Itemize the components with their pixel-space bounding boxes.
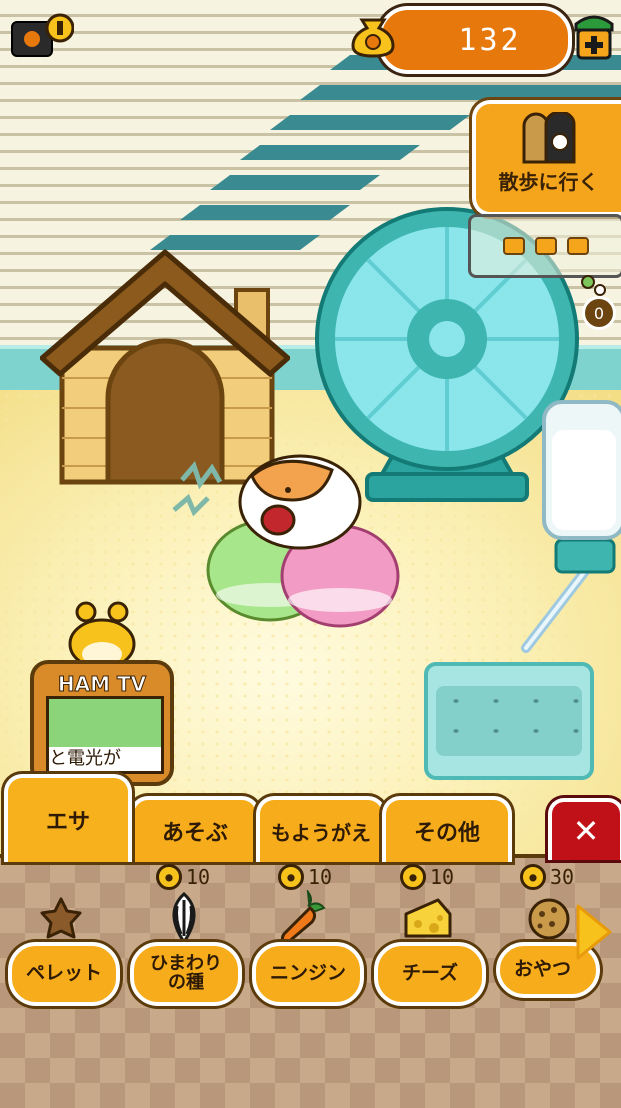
hamster-on-cushions[interactable] xyxy=(160,450,410,640)
item-label: ひまわり の種 xyxy=(150,953,222,993)
item-pellet-button[interactable]: ペレット xyxy=(8,942,120,1006)
progress-dot xyxy=(503,237,525,255)
price-value: 10 xyxy=(186,865,211,889)
tv-title: HAM TV xyxy=(57,672,147,697)
price-value: 10 xyxy=(430,865,455,889)
tv-screen: と電光が xyxy=(46,696,164,774)
next-page-arrow-icon[interactable] xyxy=(574,902,614,962)
item-label: チーズ xyxy=(401,962,459,985)
item-carrot-button[interactable]: ニンジン xyxy=(252,942,364,1006)
acorn-counter[interactable]: 0 xyxy=(578,274,618,334)
shop-icon[interactable] xyxy=(572,10,616,60)
carrot-icon xyxy=(280,890,326,946)
coin-count: 132 xyxy=(458,22,522,58)
water-bottle[interactable] xyxy=(516,400,621,660)
tab-other[interactable]: その他 xyxy=(382,796,512,862)
tv-ticker: と電光が xyxy=(49,747,161,771)
progress-dot xyxy=(567,237,589,255)
food-dish[interactable] xyxy=(424,662,594,780)
camera-icon[interactable] xyxy=(10,12,74,60)
price-value: 10 xyxy=(308,865,333,889)
coin-icon: ● xyxy=(278,864,304,890)
price-value: 30 xyxy=(550,865,575,889)
coin-icon: ● xyxy=(400,864,426,890)
tab-label: その他 xyxy=(413,821,480,846)
item-sunflower-button[interactable]: ひまわり の種 xyxy=(130,942,242,1006)
price-cheese: ● 10 xyxy=(400,864,454,890)
tab-food[interactable]: エサ xyxy=(4,774,132,862)
item-label: ペレット xyxy=(25,962,102,985)
coin-icon: ● xyxy=(156,864,182,890)
ham-tv[interactable]: HAM TV と電光が xyxy=(30,600,174,786)
item-label: ニンジン xyxy=(269,962,346,985)
sunflower-seed-icon xyxy=(172,892,196,944)
pellet-icon xyxy=(40,897,82,939)
item-label: おやつ xyxy=(514,958,572,981)
coin-bag-icon xyxy=(351,18,395,58)
door-icon xyxy=(522,112,576,164)
item-cheese-button[interactable]: チーズ xyxy=(374,942,486,1006)
tab-decorate[interactable]: もようがえ xyxy=(256,796,386,862)
tab-label: あそぶ xyxy=(161,821,228,846)
walk-progress xyxy=(468,214,621,278)
coin-icon: ● xyxy=(520,864,546,890)
price-sunflower: ● 10 xyxy=(156,864,210,890)
price-carrot: ● 10 xyxy=(278,864,332,890)
tab-label: エサ xyxy=(45,810,90,835)
walk-button[interactable]: 散歩に行く xyxy=(472,100,621,216)
tab-label: もようがえ xyxy=(271,820,371,845)
walk-label: 散歩に行く xyxy=(498,170,599,194)
coin-counter: 132 xyxy=(378,6,572,74)
close-icon: ✕ xyxy=(572,812,600,850)
cookie-icon xyxy=(528,898,570,940)
price-snack: ● 30 xyxy=(520,864,574,890)
cheese-icon xyxy=(404,898,452,938)
tab-play[interactable]: あそぶ xyxy=(130,796,260,862)
close-button[interactable]: ✕ xyxy=(548,798,621,860)
progress-dot xyxy=(535,237,557,255)
acorn-count: 0 xyxy=(582,296,616,330)
